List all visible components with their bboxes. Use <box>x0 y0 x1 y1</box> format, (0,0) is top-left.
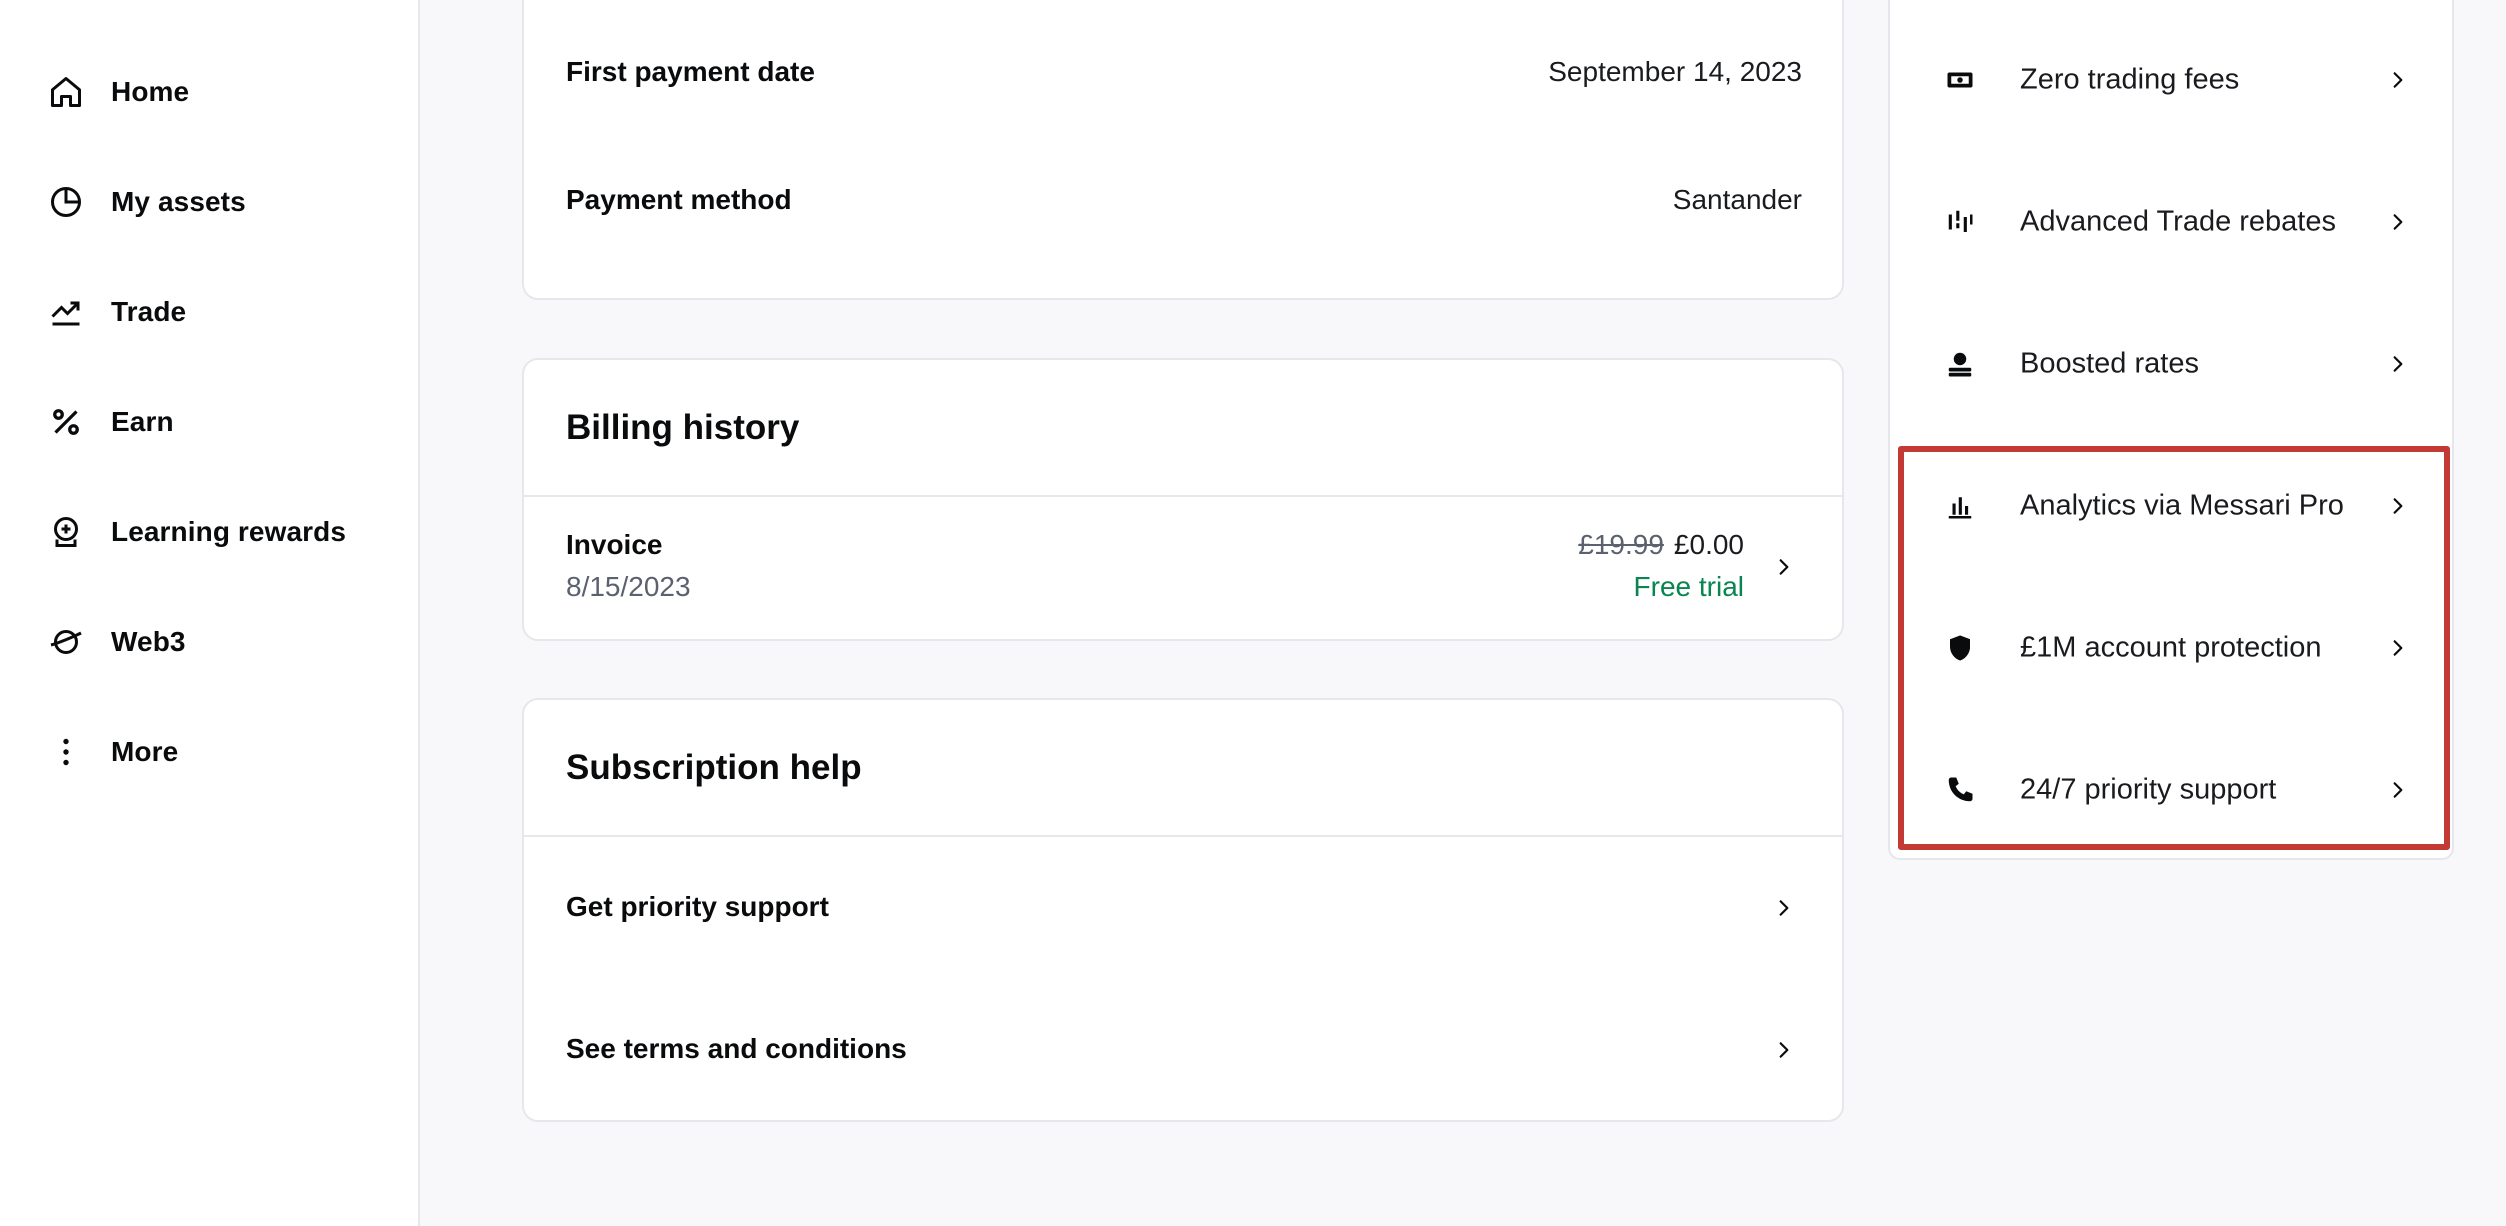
benefit-advanced-trade-rebates[interactable]: Advanced Trade rebates <box>1890 151 2452 293</box>
stake-icon <box>1942 346 1978 382</box>
sidebar-item-label: Trade <box>111 296 187 327</box>
percent-icon <box>46 402 86 442</box>
sidebar-item-label: Earn <box>111 406 174 437</box>
payment-method-label: Payment method <box>566 184 792 215</box>
sidebar-item-learning-rewards[interactable]: Learning rewards <box>46 502 346 562</box>
benefit-label: Boosted rates <box>2020 347 2199 380</box>
sidebar-item-label: Web3 <box>111 626 186 657</box>
help-item-label: See terms and conditions <box>566 1033 907 1064</box>
first-payment-value: September 14, 2023 <box>1548 56 1802 87</box>
benefit-zero-trading-fees[interactable]: Zero trading fees <box>1890 9 2452 151</box>
more-icon <box>46 732 86 772</box>
pie-chart-icon <box>46 182 86 222</box>
help-item-label: Get priority support <box>566 891 829 922</box>
cash-icon <box>1942 62 1978 98</box>
invoice-price-group: £19.99 £0.00 <box>1578 529 1744 561</box>
invoice-row[interactable]: Invoice 8/15/2023 £19.99 £0.00 Free tria… <box>524 497 1842 641</box>
chevron-right-icon <box>2386 68 2410 92</box>
current-price: £0.00 <box>1673 529 1744 560</box>
planet-icon <box>46 622 86 662</box>
sidebar-item-label: Home <box>111 76 190 107</box>
sidebar-item-home[interactable]: Home <box>46 62 189 122</box>
free-trial-badge: Free trial <box>1633 571 1744 602</box>
sidebar-item-my-assets[interactable]: My assets <box>46 172 246 232</box>
invoice-label: Invoice <box>566 529 663 560</box>
original-price: £19.99 <box>1578 529 1664 560</box>
highlight-box <box>1898 446 2450 850</box>
sidebar-item-web3[interactable]: Web3 <box>46 612 186 672</box>
invoice-date: 8/15/2023 <box>566 571 691 602</box>
trend-icon <box>46 292 86 332</box>
benefit-boosted-rates[interactable]: Boosted rates <box>1890 293 2452 435</box>
sidebar-item-trade[interactable]: Trade <box>46 282 186 342</box>
chevron-right-icon <box>2386 210 2410 234</box>
get-priority-support-link[interactable]: Get priority support <box>524 837 1842 979</box>
payment-details-card: First payment date September 14, 2023 Pa… <box>522 0 1844 300</box>
sidebar-item-label: More <box>111 736 179 767</box>
subscription-help-card: Subscription help Get priority support S… <box>522 698 1844 1122</box>
home-icon <box>46 72 86 112</box>
chevron-right-icon <box>1772 555 1796 579</box>
benefit-label: Advanced Trade rebates <box>2020 205 2336 238</box>
sidebar-item-earn[interactable]: Earn <box>46 392 174 452</box>
billing-history-card: Billing history Invoice 8/15/2023 £19.99… <box>522 358 1844 641</box>
chevron-right-icon <box>1772 896 1796 920</box>
billing-history-title: Billing history <box>566 408 800 447</box>
sidebar-item-more[interactable]: More <box>46 722 178 782</box>
first-payment-label: First payment date <box>566 56 815 87</box>
benefit-label: Zero trading fees <box>2020 63 2240 96</box>
terms-and-conditions-link[interactable]: See terms and conditions <box>524 979 1842 1121</box>
payment-method-value: Santander <box>1672 184 1802 215</box>
chevron-right-icon <box>2386 352 2410 376</box>
chevron-right-icon <box>1772 1038 1796 1062</box>
learning-icon <box>46 512 86 552</box>
candlestick-icon <box>1942 204 1978 240</box>
subscription-help-title: Subscription help <box>566 748 862 787</box>
sidebar: Home My assets Trade Earn Learning rewar… <box>0 0 420 1226</box>
sidebar-item-label: My assets <box>111 186 246 217</box>
sidebar-item-label: Learning rewards <box>111 516 347 547</box>
